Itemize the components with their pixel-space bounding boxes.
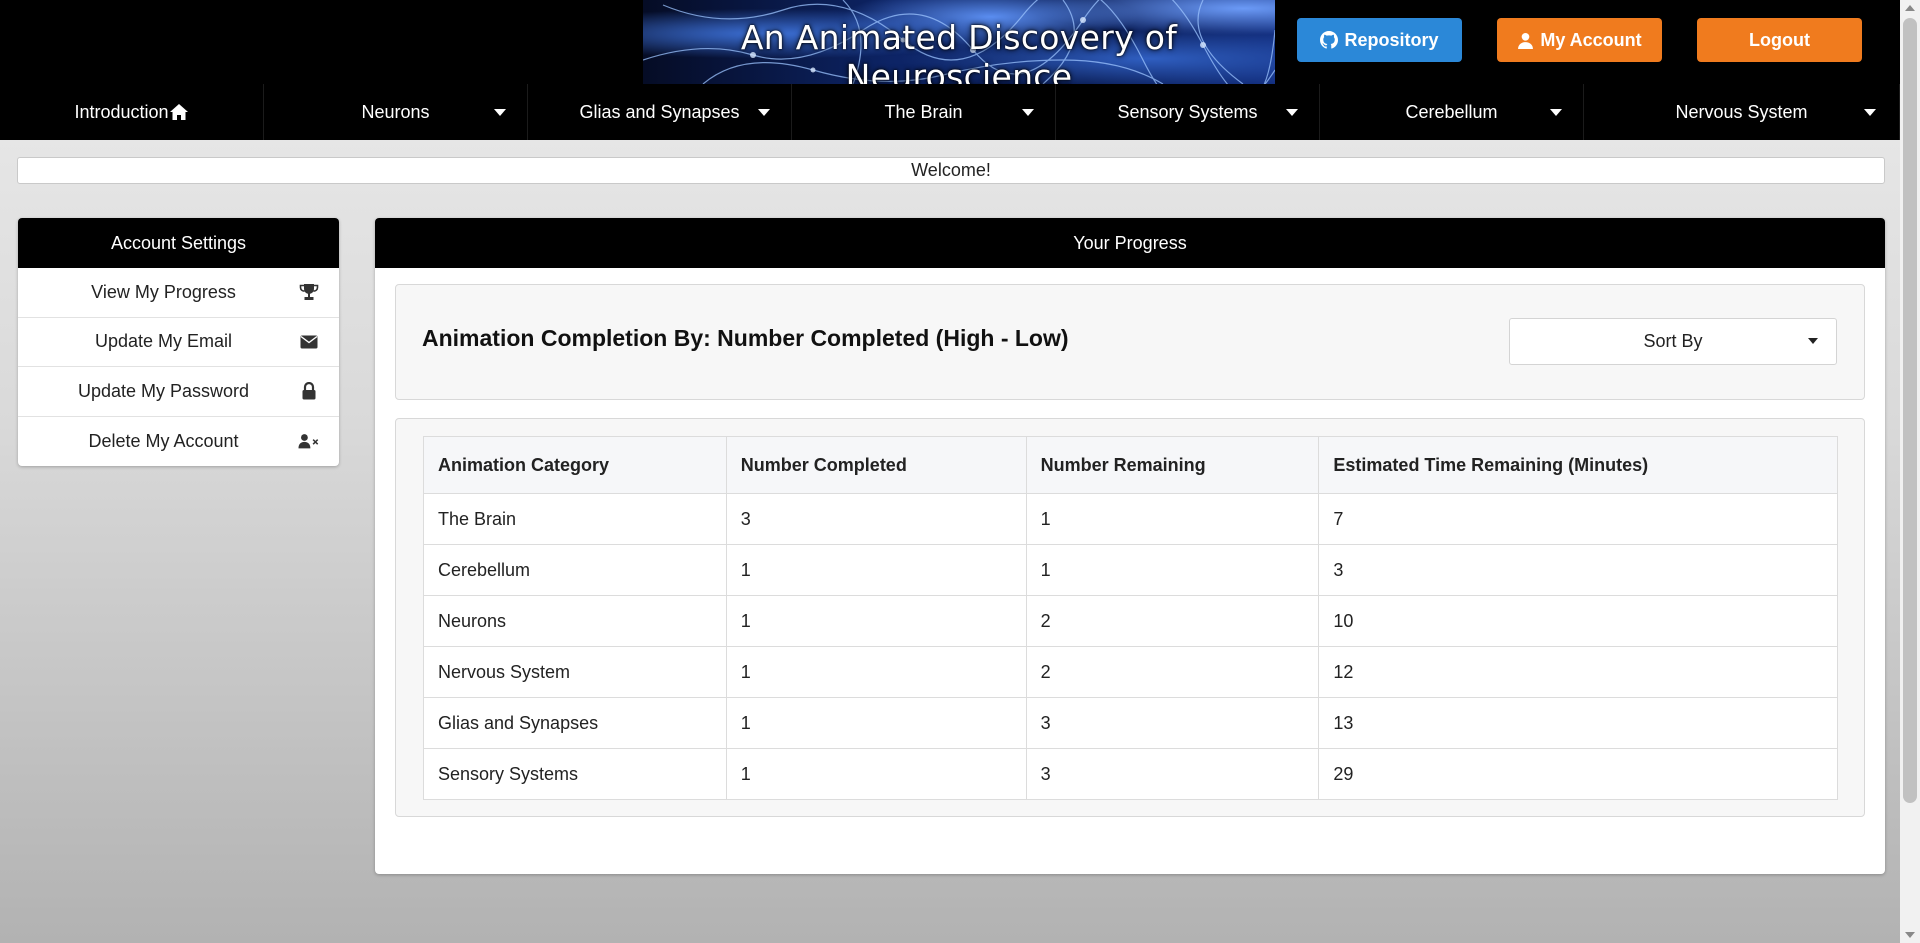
logout-label: Logout: [1749, 29, 1810, 50]
envelope-icon: [298, 332, 320, 352]
completion-summary-card: Animation Completion By: Number Complete…: [395, 284, 1865, 400]
caret-down-icon: [1864, 109, 1876, 116]
nav-label: The Brain: [884, 101, 963, 122]
progress-panel-title: Your Progress: [375, 218, 1885, 268]
table-cell: 2: [1025, 595, 1320, 647]
my-account-button[interactable]: My Account: [1497, 18, 1662, 62]
github-icon: [1320, 31, 1339, 49]
column-header: Animation Category: [423, 436, 727, 494]
nav-label: Glias and Synapses: [579, 101, 740, 122]
table-cell: 3: [1025, 697, 1320, 749]
table-cell: 10: [1318, 595, 1838, 647]
nav-item-nervous-system[interactable]: Nervous System: [1584, 84, 1900, 140]
user-icon: [1518, 32, 1534, 49]
table-cell: 1: [725, 697, 1027, 749]
table-cell: Sensory Systems: [423, 748, 727, 800]
welcome-banner: Welcome!: [17, 157, 1885, 184]
repository-button[interactable]: Repository: [1297, 18, 1462, 62]
nav-label: Introduction: [74, 101, 169, 122]
table-cell: 1: [1025, 493, 1320, 545]
sidebar-item-label: Update My Email: [94, 331, 233, 352]
nav-item-sensory-systems[interactable]: Sensory Systems: [1056, 84, 1320, 140]
table-cell: 3: [1025, 748, 1320, 800]
column-header: Number Remaining: [1025, 436, 1320, 494]
sidebar-item-label: Delete My Account: [88, 430, 239, 451]
table-row: Glias and Synapses 1 3 13: [423, 697, 1838, 749]
account-settings-panel: Account Settings View My Progress Update…: [18, 218, 339, 466]
logout-button[interactable]: Logout: [1697, 18, 1862, 62]
nav-item-the-brain[interactable]: The Brain: [792, 84, 1056, 140]
table-cell: 7: [1318, 493, 1838, 545]
top-header: An Animated Discovery of Neuroscience Re…: [0, 0, 1900, 84]
page-scrollbar[interactable]: [1900, 0, 1920, 943]
site-title: An Animated Discovery of Neuroscience: [740, 18, 1178, 84]
caret-down-icon: [1550, 109, 1562, 116]
sidebar-item-label: Update My Password: [77, 380, 250, 401]
table-row: Cerebellum 1 1 3: [423, 544, 1838, 596]
sidebar-item-delete-account[interactable]: Delete My Account: [18, 417, 339, 467]
table-cell: Neurons: [423, 595, 727, 647]
table-row: Nervous System 1 2 12: [423, 646, 1838, 698]
trophy-icon: [298, 282, 320, 302]
table-cell: 29: [1318, 748, 1838, 800]
caret-down-icon: [494, 109, 506, 116]
table-cell: 1: [725, 646, 1027, 698]
lock-icon: [298, 381, 320, 401]
account-settings-title: Account Settings: [18, 218, 339, 268]
progress-panel: Your Progress Animation Completion By: N…: [375, 218, 1885, 874]
column-header: Number Completed: [725, 436, 1027, 494]
table-cell: 2: [1025, 646, 1320, 698]
table-cell: Cerebellum: [423, 544, 727, 596]
my-account-label: My Account: [1540, 29, 1642, 50]
nav-label: Nervous System: [1675, 101, 1808, 122]
sidebar-item-view-progress[interactable]: View My Progress: [18, 268, 339, 318]
table-cell: 3: [1318, 544, 1838, 596]
user-remove-icon: [298, 431, 320, 451]
caret-down-icon: [758, 109, 770, 116]
completion-heading: Animation Completion By: Number Complete…: [422, 325, 1069, 351]
nav-label: Sensory Systems: [1117, 101, 1258, 122]
nav-item-introduction[interactable]: Introduction: [0, 84, 264, 140]
sort-by-dropdown[interactable]: Sort By: [1509, 318, 1837, 365]
table-cell: 12: [1318, 646, 1838, 698]
table-cell: 1: [725, 595, 1027, 647]
sort-by-label: Sort By: [1643, 331, 1703, 351]
sidebar-item-label: View My Progress: [91, 281, 236, 302]
caret-down-icon: [1808, 338, 1818, 344]
sidebar-item-update-email[interactable]: Update My Email: [18, 318, 339, 367]
sidebar-item-update-password[interactable]: Update My Password: [18, 367, 339, 417]
scrollbar-thumb[interactable]: [1903, 18, 1917, 803]
table-cell: 1: [725, 748, 1027, 800]
home-icon: [169, 104, 188, 120]
nav-item-neurons[interactable]: Neurons: [264, 84, 528, 140]
table-row: Sensory Systems 1 3 29: [423, 748, 1838, 800]
caret-down-icon: [1286, 109, 1298, 116]
column-header: Estimated Time Remaining (Minutes): [1318, 436, 1838, 494]
nav-item-cerebellum[interactable]: Cerebellum: [1320, 84, 1584, 140]
table-cell: 1: [725, 544, 1027, 596]
table-row: Neurons 1 2 10: [423, 595, 1838, 647]
nav-label: Cerebellum: [1405, 101, 1498, 122]
table-cell: The Brain: [423, 493, 727, 545]
table-header-row: Animation Category Number Completed Numb…: [423, 436, 1838, 494]
repository-label: Repository: [1344, 29, 1439, 50]
progress-table: Animation Category Number Completed Numb…: [423, 436, 1838, 800]
table-cell: Glias and Synapses: [423, 697, 727, 749]
table-row: The Brain 3 1 7: [423, 493, 1838, 545]
site-banner[interactable]: An Animated Discovery of Neuroscience: [643, 0, 1275, 84]
scroll-up-icon[interactable]: [1905, 5, 1915, 11]
table-cell: 13: [1318, 697, 1838, 749]
table-cell: Nervous System: [423, 646, 727, 698]
scroll-down-icon[interactable]: [1905, 932, 1915, 938]
nav-item-glias-and-synapses[interactable]: Glias and Synapses: [528, 84, 792, 140]
caret-down-icon: [1022, 109, 1034, 116]
nav-label: Neurons: [361, 101, 430, 122]
table-cell: 3: [725, 493, 1027, 545]
table-cell: 1: [1025, 544, 1320, 596]
main-nav: Introduction Neurons Glias and Synapses …: [0, 84, 1900, 140]
progress-table-card: Animation Category Number Completed Numb…: [395, 418, 1865, 817]
